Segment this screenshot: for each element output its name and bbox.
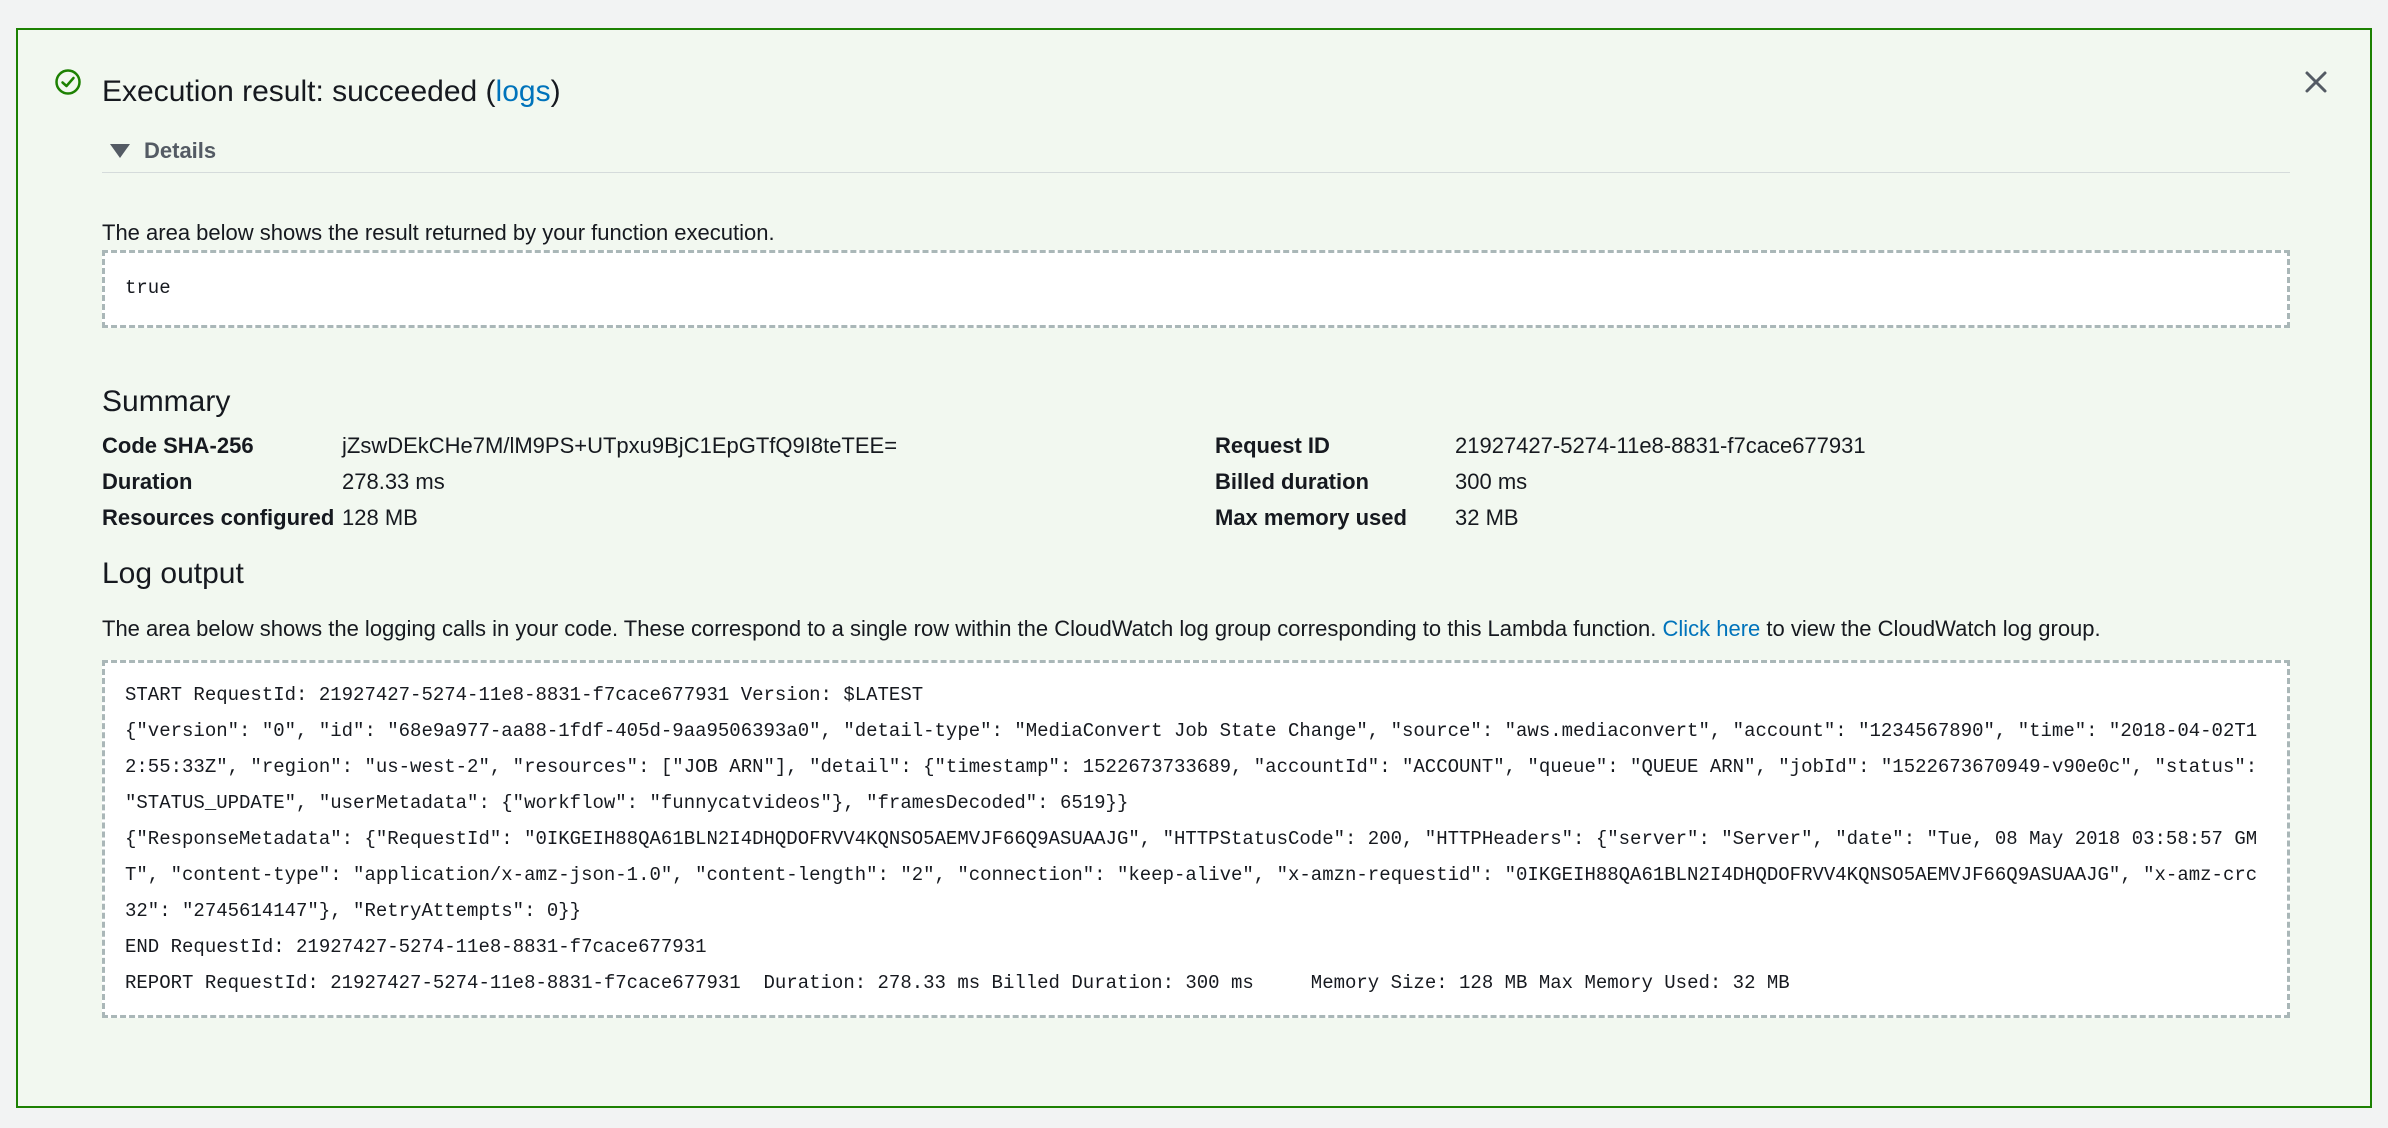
summary-grid: Code SHA-256 jZswDEkCHe7M/lM9PS+UTpxu9Bj… [102,428,2302,538]
execution-result-title: Execution result: succeeded (logs) [102,74,561,110]
summary-value: 21927427-5274-11e8-8831-f7cace677931 [1455,433,1866,458]
details-toggle[interactable]: Details [110,134,216,168]
caret-down-icon [110,144,130,158]
details-divider [102,172,2290,173]
logs-link[interactable]: logs [496,75,551,108]
summary-value: jZswDEkCHe7M/lM9PS+UTpxu9BjC1EpGTfQ9I8te… [342,433,898,458]
details-label: Details [144,138,217,163]
title-suffix: ) [550,75,561,108]
summary-label: Max memory used [1215,505,1407,530]
log-description: The area below shows the logging calls i… [102,614,2101,644]
summary-value: 128 MB [342,505,418,530]
result-output-box: true [102,250,2290,328]
cloudwatch-link[interactable]: Click here [1662,616,1760,641]
summary-value: 300 ms [1455,469,1528,494]
summary-label: Resources configured [102,505,335,530]
log-description-suffix: to view the CloudWatch log group. [1760,616,2101,641]
log-line: END RequestId: 21927427-5274-11e8-8831-f… [125,936,707,958]
close-button[interactable] [2298,64,2334,100]
log-line: REPORT RequestId: 21927427-5274-11e8-883… [125,972,1790,994]
log-output-box[interactable]: START RequestId: 21927427-5274-11e8-8831… [102,660,2290,1018]
summary-label: Code SHA-256 [102,433,254,458]
result-value: true [125,277,171,299]
summary-heading: Summary [102,385,231,418]
log-output-heading: Log output [102,557,244,590]
log-description-prefix: The area below shows the logging calls i… [102,616,1663,641]
log-line: {"ResponseMetadata": {"RequestId": "0IKG… [125,828,2258,922]
execution-result-panel: Execution result: succeeded (logs) Detai… [16,28,2372,1108]
check-circle-icon [55,69,81,95]
log-line: {"version": "0", "id": "68e9a977-aa88-1f… [125,720,2269,814]
summary-label: Duration [102,469,193,494]
summary-label: Billed duration [1215,469,1369,494]
summary-label: Request ID [1215,433,1330,458]
title-prefix: Execution result: succeeded ( [102,75,496,108]
result-description: The area below shows the result returned… [102,220,775,245]
log-line: START RequestId: 21927427-5274-11e8-8831… [125,684,924,706]
summary-value: 278.33 ms [342,469,445,494]
summary-value: 32 MB [1455,505,1519,530]
close-icon [2305,71,2327,93]
